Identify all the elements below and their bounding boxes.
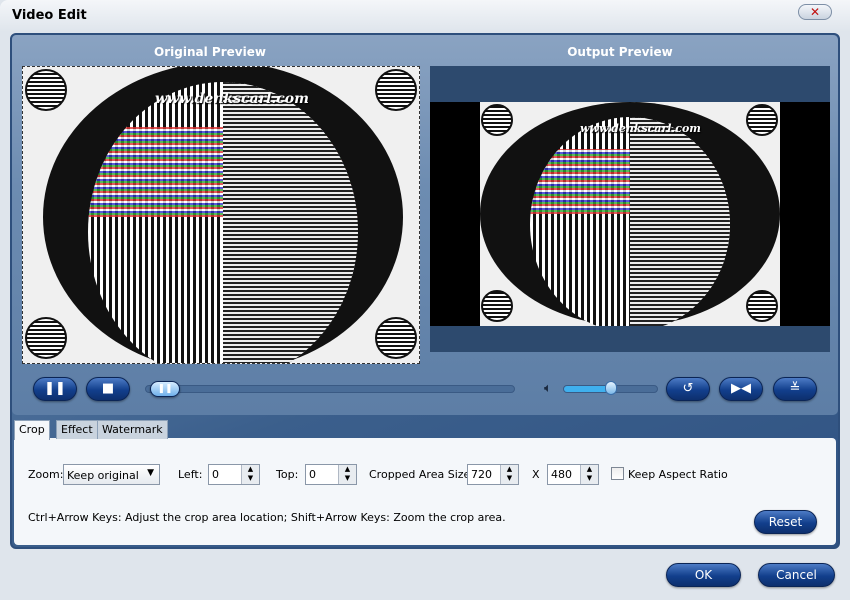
left-value: 0 xyxy=(212,468,219,481)
zoom-value: Keep original xyxy=(67,469,139,482)
height-stepper[interactable]: 480 ▲ ▼ xyxy=(547,464,599,485)
zoom-label: Zoom: xyxy=(28,468,64,481)
left-label: Left: xyxy=(178,468,203,481)
original-preview-video[interactable]: www.denkscarl.com xyxy=(22,66,420,364)
flip-vertical-icon: ≚ xyxy=(789,381,801,396)
original-preview-label: Original Preview xyxy=(154,45,266,59)
output-watermark-text: www.denkscarl.com xyxy=(580,122,701,135)
pause-button[interactable]: ❚❚ xyxy=(33,377,77,401)
progress-slider[interactable] xyxy=(145,385,515,393)
flip-horizontal-icon: ▶◀ xyxy=(731,381,751,396)
output-preview-video: www.denkscarl.com xyxy=(430,66,830,352)
volume-thumb[interactable] xyxy=(604,381,617,395)
close-icon: ✕ xyxy=(809,5,821,19)
x-label: X xyxy=(532,468,540,481)
crop-hint: Ctrl+Arrow Keys: Adjust the crop area lo… xyxy=(28,511,506,524)
left-stepper[interactable]: 0 ▲ ▼ xyxy=(208,464,260,485)
rotate-button[interactable]: ↺ xyxy=(666,377,710,401)
width-stepper[interactable]: 720 ▲ ▼ xyxy=(467,464,519,485)
stepper-arrows-icon[interactable]: ▲ ▼ xyxy=(500,465,518,484)
volume-fill xyxy=(564,386,611,392)
ok-button[interactable]: OK xyxy=(666,563,741,587)
height-value: 480 xyxy=(551,468,572,481)
rotate-icon: ↺ xyxy=(682,381,694,396)
chevron-down-icon: ▼ xyxy=(147,468,154,478)
reset-button[interactable]: Reset xyxy=(754,510,817,534)
width-value: 720 xyxy=(471,468,492,481)
stepper-arrows-icon[interactable]: ▲ ▼ xyxy=(338,465,356,484)
tab-watermark[interactable]: Watermark xyxy=(97,420,168,439)
stepper-arrows-icon[interactable]: ▲ ▼ xyxy=(580,465,598,484)
cancel-button[interactable]: Cancel xyxy=(758,563,835,587)
output-preview-label: Output Preview xyxy=(567,45,673,59)
zoom-select[interactable]: Keep original ▼ xyxy=(63,464,160,485)
top-label: Top: xyxy=(276,468,299,481)
stepper-arrows-icon[interactable]: ▲ ▼ xyxy=(241,465,259,484)
watermark-text: www.denkscarl.com xyxy=(155,91,309,107)
pause-icon: ❚❚ xyxy=(44,381,66,396)
top-stepper[interactable]: 0 ▲ ▼ xyxy=(305,464,357,485)
keep-aspect-label: Keep Aspect Ratio xyxy=(628,468,728,481)
keep-aspect-checkbox[interactable] xyxy=(611,467,624,480)
cropped-size-label: Cropped Area Size: xyxy=(369,468,474,481)
top-value: 0 xyxy=(309,468,316,481)
stop-icon: ■ xyxy=(101,381,115,396)
progress-thumb[interactable]: ❚❚ xyxy=(150,381,180,397)
crop-panel xyxy=(14,438,836,545)
tab-crop[interactable]: Crop xyxy=(14,420,50,440)
volume-icon: 🔈︎ xyxy=(544,381,552,396)
stop-button[interactable]: ■ xyxy=(86,377,130,401)
window-title: Video Edit xyxy=(12,8,87,23)
flip-vertical-button[interactable]: ≚ xyxy=(773,377,817,401)
title-bar xyxy=(0,0,850,32)
close-button[interactable]: ✕ xyxy=(798,4,832,20)
tab-effect[interactable]: Effect xyxy=(56,420,98,439)
flip-horizontal-button[interactable]: ▶◀ xyxy=(719,377,763,401)
